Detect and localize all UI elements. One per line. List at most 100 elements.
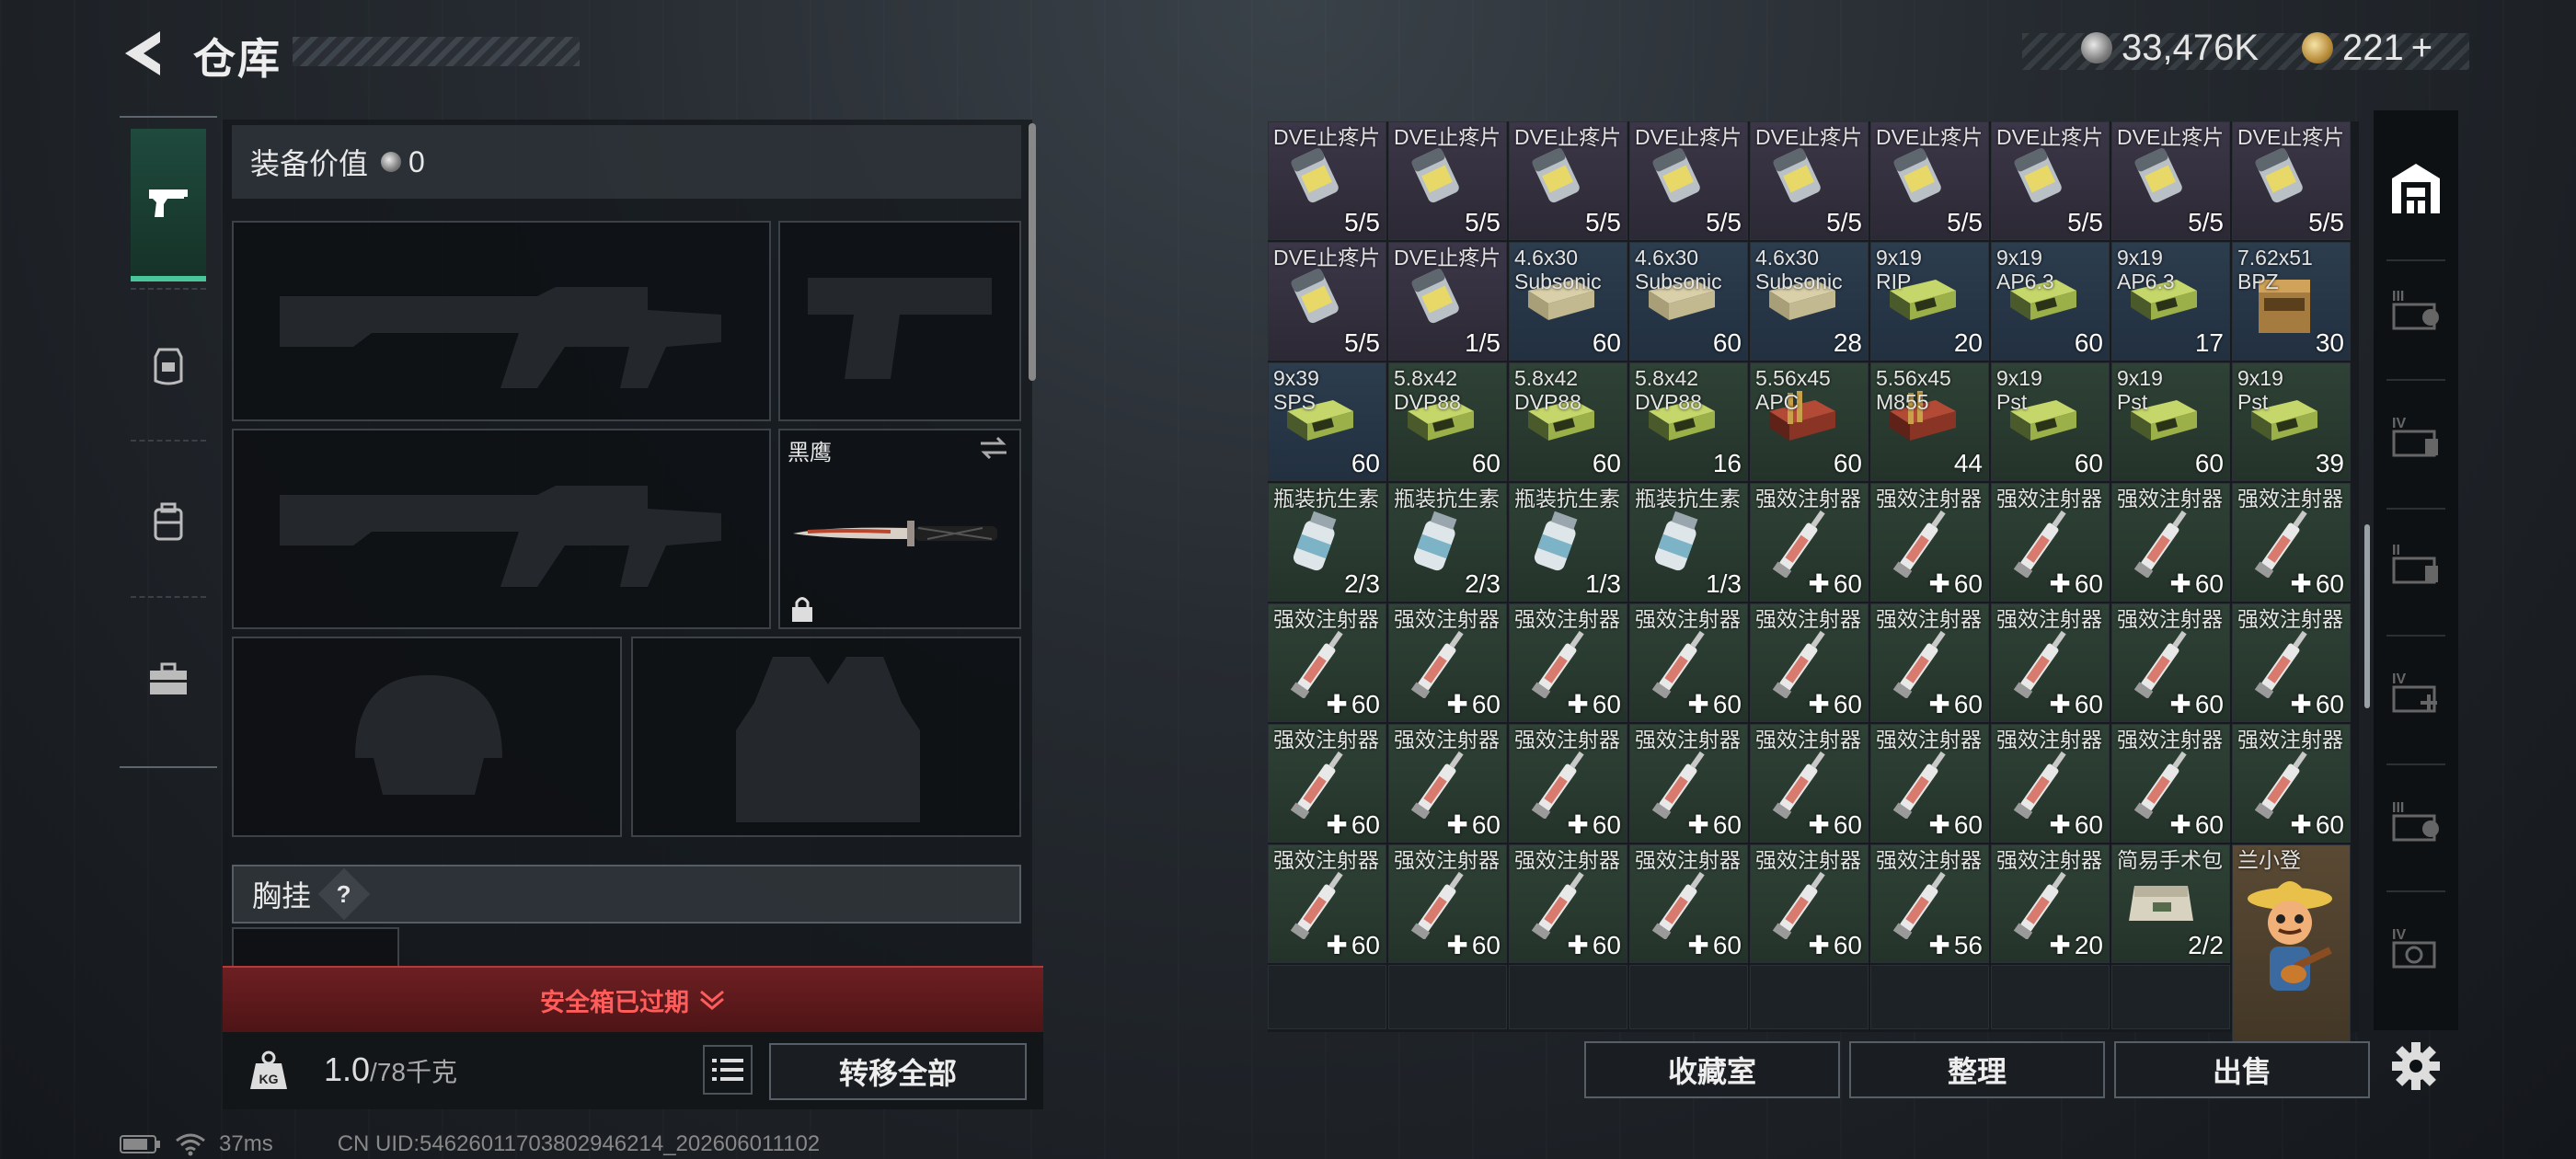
- equipment-scrollbar[interactable]: [1029, 123, 1036, 381]
- gold-add-button[interactable]: +: [2411, 28, 2432, 69]
- stash-item[interactable]: 强效注射器 ✚ 60: [2232, 603, 2351, 722]
- stash-item[interactable]: 4.6x30 Subsonic 60: [1629, 242, 1748, 361]
- stash-item[interactable]: 强效注射器 ✚ 60: [1870, 603, 1989, 722]
- melee-slot[interactable]: 黑鹰: [778, 429, 1021, 629]
- empty-stash-slot[interactable]: [2111, 965, 2230, 1029]
- stash-item[interactable]: 强效注射器 ✚ 56: [1870, 844, 1989, 963]
- stash-item[interactable]: 9x19 Pst 39: [2232, 362, 2351, 481]
- stash-item[interactable]: 强效注射器 ✚ 60: [1268, 724, 1386, 843]
- empty-stash-slot[interactable]: [1991, 965, 2110, 1029]
- stash-item[interactable]: 9x19 Pst 60: [2111, 362, 2230, 481]
- stash-item[interactable]: 强效注射器 ✚ 60: [2111, 724, 2230, 843]
- settings-button[interactable]: [2383, 1032, 2449, 1100]
- stash-item[interactable]: 强效注射器 ✚ 60: [1629, 603, 1748, 722]
- stash-item[interactable]: DVE止疼片 5/5: [1629, 121, 1748, 240]
- sort-button[interactable]: 整理: [1849, 1041, 2105, 1098]
- stash-item[interactable]: 强效注射器 ✚ 20: [1991, 844, 2110, 963]
- empty-stash-slot[interactable]: [1388, 965, 1507, 1029]
- swap-icon[interactable]: [977, 434, 1010, 462]
- tab-stash-3a[interactable]: III: [2383, 276, 2449, 340]
- stash-item[interactable]: 强效注射器 ✚ 60: [1509, 844, 1627, 963]
- stash-item[interactable]: 强效注射器 ✚ 60: [1388, 603, 1507, 722]
- tab-main-stash[interactable]: [2383, 156, 2449, 221]
- empty-stash-slot[interactable]: [1750, 965, 1869, 1029]
- stash-item[interactable]: 9x39 SPS 60: [1268, 362, 1386, 481]
- nav-toolbox[interactable]: [131, 605, 206, 752]
- stash-item[interactable]: 强效注射器 ✚ 60: [1388, 724, 1507, 843]
- sell-button[interactable]: 出售: [2114, 1041, 2370, 1098]
- nav-helmet[interactable]: [131, 293, 206, 440]
- tab-stash-2[interactable]: II: [2383, 530, 2449, 594]
- nav-weapons[interactable]: [131, 129, 206, 281]
- stash-item[interactable]: 5.8x42 DVP88 60: [1509, 362, 1627, 481]
- stash-item[interactable]: DVE止疼片 5/5: [2111, 121, 2230, 240]
- gold-currency[interactable]: 221 +: [2302, 28, 2432, 68]
- safebox-expired-banner[interactable]: 安全箱已过期: [223, 966, 1043, 1032]
- stash-item[interactable]: 5.56x45 APC 60: [1750, 362, 1869, 481]
- stash-item[interactable]: DVE止疼片 5/5: [1870, 121, 1989, 240]
- stash-item[interactable]: 4.6x30 Subsonic 28: [1750, 242, 1869, 361]
- tab-stash-4b[interactable]: IV: [2383, 659, 2449, 723]
- chest-rig-slot[interactable]: [232, 927, 399, 968]
- stash-item[interactable]: 强效注射器 ✚ 60: [1629, 844, 1748, 963]
- stash-item[interactable]: 强效注射器 ✚ 60: [1388, 844, 1507, 963]
- empty-stash-slot[interactable]: [1870, 965, 1989, 1029]
- stash-item[interactable]: 强效注射器 ✚ 60: [1509, 603, 1627, 722]
- primary-weapon-slot[interactable]: [232, 221, 771, 421]
- stash-item[interactable]: 9x19 AP6.3 17: [2111, 242, 2230, 361]
- pistol-slot[interactable]: [778, 221, 1021, 421]
- stash-item[interactable]: 5.8x42 DVP88 60: [1388, 362, 1507, 481]
- back-button[interactable]: [120, 28, 166, 79]
- stash-item[interactable]: 简易手术包 2/2: [2111, 844, 2230, 963]
- stash-item[interactable]: DVE止疼片 5/5: [1509, 121, 1627, 240]
- stash-item[interactable]: 5.8x42 DVP88 16: [1629, 362, 1748, 481]
- help-icon[interactable]: ?: [317, 867, 371, 921]
- collection-room-button[interactable]: 收藏室: [1584, 1041, 1840, 1098]
- helmet-slot[interactable]: [232, 637, 622, 837]
- stash-item[interactable]: 9x19 Pst 60: [1991, 362, 2110, 481]
- empty-stash-slot[interactable]: [1509, 965, 1627, 1029]
- stash-item[interactable]: 5.56x45 M855 44: [1870, 362, 1989, 481]
- stash-item[interactable]: 强效注射器 ✚ 60: [1870, 724, 1989, 843]
- stash-item[interactable]: 强效注射器 ✚ 60: [1870, 483, 1989, 602]
- stash-item[interactable]: 9x19 RIP 20: [1870, 242, 1989, 361]
- stash-item[interactable]: 强效注射器 ✚ 60: [1268, 603, 1386, 722]
- stash-item[interactable]: DVE止疼片 5/5: [1388, 121, 1507, 240]
- tab-stash-4c[interactable]: IV: [2383, 914, 2449, 979]
- list-view-button[interactable]: [703, 1045, 753, 1095]
- stash-item[interactable]: 瓶装抗生素 2/3: [1388, 483, 1507, 602]
- stash-item[interactable]: 强效注射器 ✚ 60: [1991, 724, 2110, 843]
- nav-backpack[interactable]: [131, 449, 206, 596]
- stash-item[interactable]: 强效注射器 ✚ 60: [2232, 483, 2351, 602]
- stash-item[interactable]: DVE止疼片 5/5: [1268, 242, 1386, 361]
- stash-item[interactable]: 强效注射器 ✚ 60: [1991, 483, 2110, 602]
- stash-item[interactable]: 强效注射器 ✚ 60: [1750, 724, 1869, 843]
- stash-item[interactable]: 瓶装抗生素 1/3: [1629, 483, 1748, 602]
- stash-item[interactable]: 4.6x30 Subsonic 60: [1509, 242, 1627, 361]
- tab-stash-3b[interactable]: III: [2383, 787, 2449, 852]
- stash-item[interactable]: 9x19 AP6.3 60: [1991, 242, 2110, 361]
- stash-item[interactable]: 7.62x51 BPZ 30: [2232, 242, 2351, 361]
- stash-item[interactable]: 瓶装抗生素 2/3: [1268, 483, 1386, 602]
- stash-item[interactable]: 强效注射器 ✚ 60: [1991, 603, 2110, 722]
- stash-item[interactable]: 强效注射器 ✚ 60: [1750, 603, 1869, 722]
- stash-item[interactable]: 强效注射器 ✚ 60: [2111, 483, 2230, 602]
- stash-item[interactable]: 强效注射器 ✚ 60: [1750, 844, 1869, 963]
- stash-item[interactable]: 强效注射器 ✚ 60: [1750, 483, 1869, 602]
- stash-item[interactable]: 强效注射器 ✚ 60: [1509, 724, 1627, 843]
- empty-stash-slot[interactable]: [1629, 965, 1748, 1029]
- stash-item[interactable]: 强效注射器 ✚ 60: [1268, 844, 1386, 963]
- body-armor-slot[interactable]: [631, 637, 1021, 837]
- transfer-all-button[interactable]: 转移全部: [769, 1043, 1027, 1100]
- empty-stash-slot[interactable]: [1268, 965, 1386, 1029]
- stash-item[interactable]: DVE止疼片 5/5: [1991, 121, 2110, 240]
- secondary-weapon-slot[interactable]: [232, 429, 771, 629]
- stash-item[interactable]: 强效注射器 ✚ 60: [1629, 724, 1748, 843]
- stash-item[interactable]: DVE止疼片 5/5: [2232, 121, 2351, 240]
- stash-scrollbar[interactable]: [2364, 524, 2370, 708]
- stash-item[interactable]: 强效注射器 ✚ 60: [2111, 603, 2230, 722]
- stash-item[interactable]: 瓶装抗生素 1/3: [1509, 483, 1627, 602]
- stash-item[interactable]: 强效注射器 ✚ 60: [2232, 724, 2351, 843]
- stash-item[interactable]: DVE止疼片 1/5: [1388, 242, 1507, 361]
- stash-item[interactable]: DVE止疼片 5/5: [1750, 121, 1869, 240]
